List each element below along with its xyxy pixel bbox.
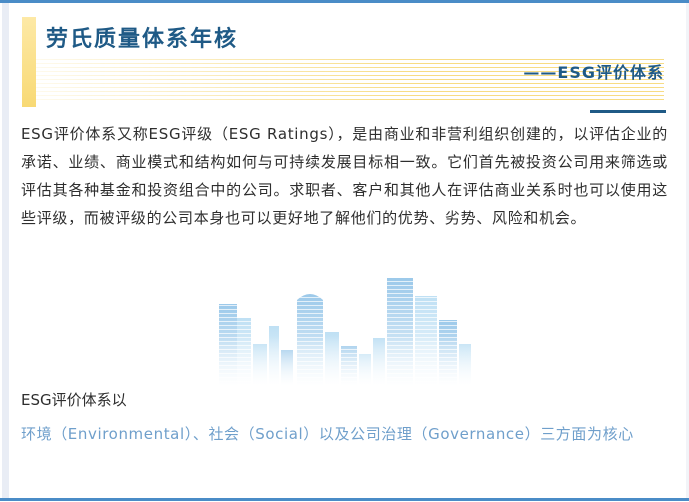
city-buildings-icon [213,274,475,386]
section-title: 劳氏质量体系年核 [46,27,239,52]
top-border [0,0,689,3]
section-header: 劳氏质量体系年核 ——ESG评价体系 [22,17,666,113]
subtitle-underline [590,110,666,113]
section-subtitle: ——ESG评价体系 [523,63,664,82]
esg-lead-text: ESG评价体系以 [21,391,127,409]
esg-pillars-text: 环境（Environmental）、社会（Social）以及公司治理（Gover… [21,425,634,443]
esg-description-paragraph: ESG评价体系又称ESG评级（ESG Ratings），是由商业和非营利组织创建… [21,125,668,227]
left-accent-bar [2,3,9,498]
bottom-border [0,498,689,501]
article-card: 劳氏质量体系年核 ——ESG评价体系 ESG评价体系又称ESG评级（ESG Ra… [0,0,689,502]
header-yellow-block [22,17,36,107]
